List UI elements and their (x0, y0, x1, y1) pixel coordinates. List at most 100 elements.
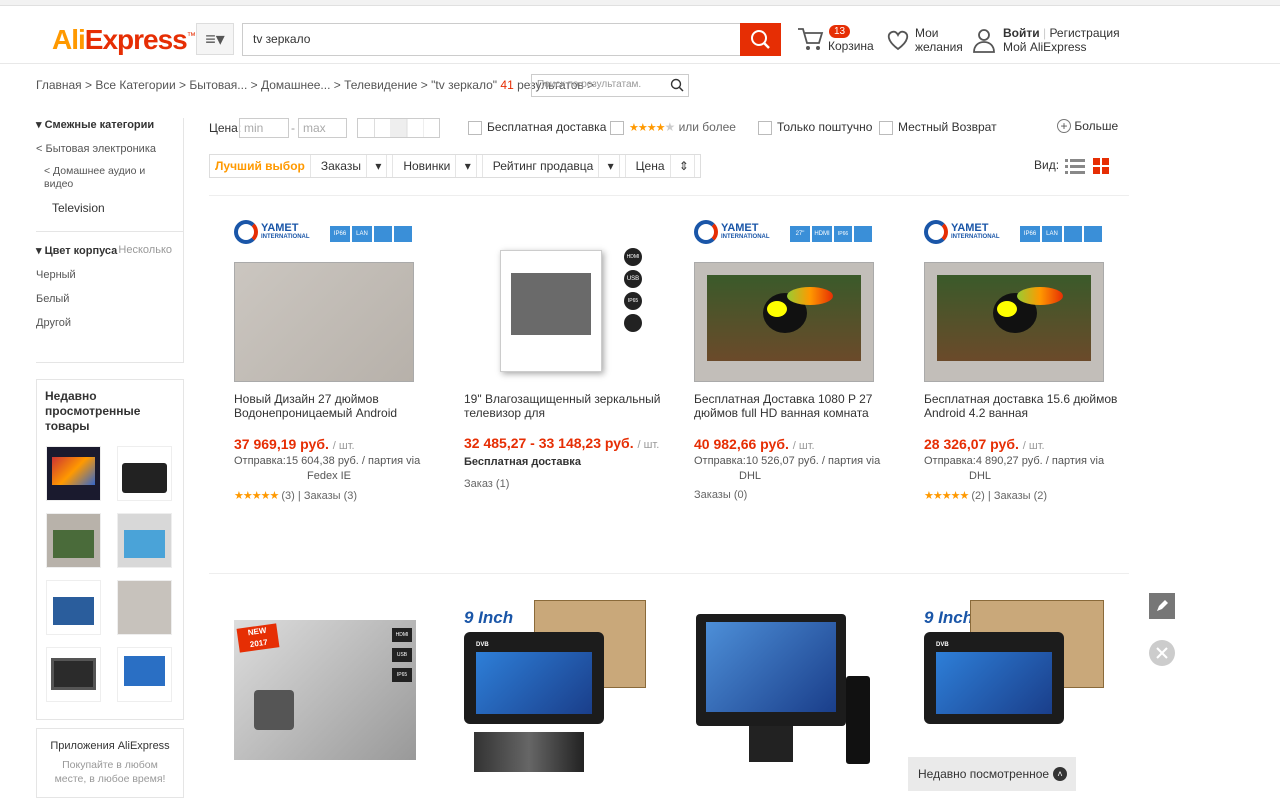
recent-thumb[interactable] (46, 647, 101, 702)
more-filters-button[interactable]: + Больше (1057, 119, 1118, 133)
usb-badge: USB (392, 648, 412, 662)
inch-label: 9 Inch (924, 608, 974, 627)
recent-thumb[interactable] (46, 580, 101, 635)
sort-seller-rating-label: Рейтинг продавца (488, 155, 600, 177)
close-button[interactable] (1149, 640, 1175, 666)
sort-newest-label: Новинки (398, 155, 457, 177)
aliexpress-logo[interactable]: AliExpress™ (52, 24, 196, 56)
review-count[interactable]: (2) (971, 490, 984, 502)
color-option-other[interactable]: Другой (36, 317, 184, 330)
sidebar-item-consumer-electronics[interactable]: < Бытовая электроника (36, 143, 184, 156)
login-link[interactable]: Войти (1003, 26, 1040, 40)
accessories-image (474, 732, 584, 772)
free-shipping-filter[interactable]: Бесплатная доставка (468, 120, 606, 135)
cart-icon[interactable] (796, 26, 824, 52)
product-title[interactable]: Бесплатная доставка 15.6 дюймов Android … (924, 392, 1124, 420)
sort-best-match[interactable]: Лучший выбор (210, 155, 311, 177)
sort-seller-rating[interactable]: Рейтинг продавца ▾ (483, 155, 626, 177)
ip65-badge: IP65 (624, 292, 642, 310)
search-icon[interactable] (670, 78, 685, 93)
shipping-info: Бесплатная доставка (464, 456, 581, 468)
wishlist-link[interactable]: Мои желания (915, 26, 963, 54)
sort-price[interactable]: Цена ⇕ (626, 155, 700, 177)
color-filter-title[interactable]: ▾ Цвет корпуса Несколько (36, 244, 184, 257)
my-aliexpress-link[interactable]: Мой AliExpress (1003, 40, 1120, 54)
site-header: AliExpress™ ≡▾ tv зеркало 13 Корзина Мои… (0, 6, 1280, 64)
recent-thumb[interactable] (117, 446, 172, 501)
order-count[interactable]: Заказы (2) (994, 490, 1047, 502)
yamet-badge-strip: YAMET INTERNATIONAL 27" HDMI IP66 (694, 218, 874, 248)
sort-newest[interactable]: Новинки ▾ (393, 155, 483, 177)
product-image[interactable]: YAMET INTERNATIONAL 27" HDMI IP66 (694, 218, 874, 388)
new-badge: NEW 2017 (236, 623, 280, 653)
order-count[interactable]: Заказ (1) (464, 478, 664, 490)
product-image[interactable]: YAMET INTERNATIONAL IP66 LAN (924, 218, 1104, 388)
shipping-info: Отправка:4 890,27 руб. / партия via DHL (924, 454, 1124, 484)
product-image[interactable]: 9 Inch DVB (924, 598, 1106, 778)
product-image[interactable]: YAMET INTERNATIONAL IP66 LAN (234, 218, 414, 388)
color-multi-select[interactable]: Несколько (118, 244, 172, 256)
rating-filter[interactable]: ★★★★★ или более (610, 120, 736, 135)
local-return-filter[interactable]: Местный Возврат (879, 120, 997, 135)
recent-thumb[interactable] (117, 647, 172, 702)
free-shipping-checkbox[interactable] (468, 120, 482, 135)
list-view-icon[interactable] (1065, 157, 1085, 175)
user-icon[interactable] (972, 27, 996, 53)
heart-icon[interactable] (885, 28, 911, 52)
local-return-checkbox[interactable] (879, 120, 893, 135)
product-card[interactable]: HDMI USB IP65 19" Влагозащищенный зеркал… (464, 218, 664, 490)
grid-view-icon[interactable] (1093, 158, 1109, 174)
register-link[interactable]: Регистрация (1049, 26, 1119, 40)
product-card[interactable]: YAMET INTERNATIONAL 27" HDMI IP66 Беспла… (694, 218, 894, 501)
product-image[interactable]: NEW 2017 HDMI USB IP65 (234, 620, 416, 760)
order-count[interactable]: Заказы (0) (694, 489, 894, 501)
dvb-label: DVB (476, 642, 489, 648)
price-value: 28 326,07 руб. (924, 436, 1019, 452)
color-option-black[interactable]: Черный (36, 269, 184, 282)
price-range-slider[interactable] (357, 118, 440, 138)
free-shipping-label: Бесплатная доставка (487, 120, 607, 134)
product-image[interactable]: 9 Inch DVB (464, 598, 646, 778)
product-image[interactable]: HDMI USB IP65 (464, 218, 649, 388)
product-card[interactable]: YAMET INTERNATIONAL IP66 LAN Бесплатная … (924, 218, 1124, 502)
lan-badge: LAN (352, 226, 372, 242)
mirror-tv-image (924, 262, 1104, 382)
recent-thumb[interactable] (46, 513, 101, 568)
product-title[interactable]: Бесплатная Доставка 1080 P 27 дюймов ful… (694, 392, 894, 420)
mirror-tv-image (694, 262, 874, 382)
portable-tv-image: DVB (464, 632, 604, 724)
yamet-intl: INTERNATIONAL (721, 234, 770, 240)
recent-thumb[interactable] (46, 446, 101, 501)
review-count[interactable]: (3) (281, 490, 294, 502)
product-title[interactable]: Новый Дизайн 27 дюймов Водонепроницаемый… (234, 392, 434, 420)
color-option-white[interactable]: Белый (36, 293, 184, 306)
search-within-results-input[interactable]: Поиск по результатам. (531, 74, 689, 97)
apps-title[interactable]: Приложения AliExpress (37, 740, 183, 752)
breadcrumb-path[interactable]: Главная > Все Категории > Бытовая... > Д… (36, 78, 497, 92)
search-input[interactable]: tv зеркало (242, 23, 740, 56)
recently-viewed-title: Недавно просмотренные товары (45, 389, 141, 433)
recently-viewed-bar[interactable]: Недавно посмотренное ˄ (908, 757, 1076, 791)
sidebar-item-television[interactable]: Television (36, 202, 184, 215)
by-piece-checkbox[interactable] (758, 120, 772, 135)
by-piece-filter[interactable]: Только поштучно (758, 120, 872, 135)
sort-orders[interactable]: Заказы ▾ (311, 155, 394, 177)
product-image[interactable] (694, 614, 874, 766)
recently-viewed-box: Недавно просмотренные товары (36, 379, 184, 720)
recent-thumb[interactable] (117, 513, 172, 568)
product-card[interactable]: YAMET INTERNATIONAL IP66 LAN Новый Дизай… (234, 218, 434, 502)
related-categories-title[interactable]: ▾ Смежные категории (36, 118, 184, 131)
order-count[interactable]: Заказы (3) (304, 490, 357, 502)
cart-link[interactable]: Корзина (828, 39, 874, 53)
price-min-input[interactable]: min (239, 118, 289, 138)
sidebar-item-home-audio-video[interactable]: < Домашнее аудио и видео (36, 165, 151, 191)
product-title[interactable]: 19" Влагозащищенный зеркальный телевизор… (464, 392, 664, 420)
price-value: 32 485,27 - 33 148,23 руб. (464, 435, 634, 451)
price-max-input[interactable]: max (298, 118, 347, 138)
rating-checkbox[interactable] (610, 120, 624, 135)
edit-button[interactable] (1149, 593, 1175, 619)
categories-menu-button[interactable]: ≡▾ (196, 23, 234, 55)
search-button[interactable] (740, 23, 781, 56)
recent-thumb[interactable] (117, 580, 172, 635)
sort-price-label: Цена (631, 155, 671, 177)
